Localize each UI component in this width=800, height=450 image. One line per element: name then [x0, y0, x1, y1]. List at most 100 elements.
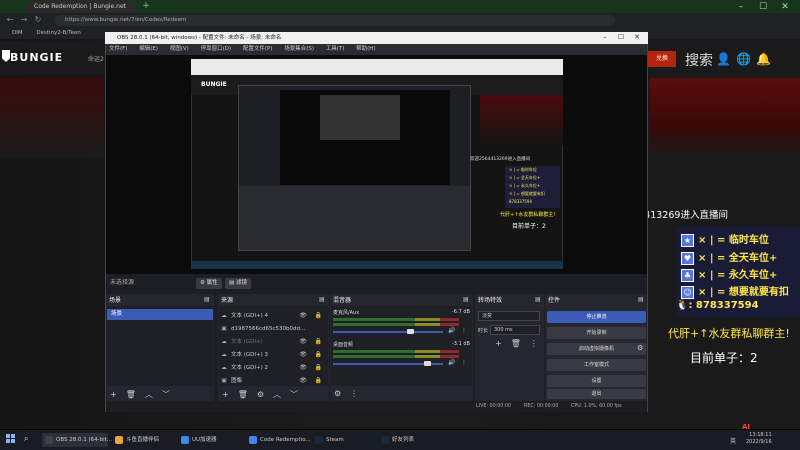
speaker-icon[interactable]: 🔊: [448, 359, 455, 366]
user-icon[interactable]: 👤: [716, 52, 731, 66]
lock-icon[interactable]: 🔒: [315, 336, 322, 348]
scene-item[interactable]: 场景: [107, 309, 213, 320]
source-row[interactable]: ☁ 文本 (GDI+) 4 👁 🔒: [220, 310, 327, 322]
studio-mode-button[interactable]: 工作室模式: [547, 359, 646, 371]
chevron-down-icon[interactable]: ﹀: [162, 390, 170, 399]
eye-off-icon[interactable]: 👁: [299, 336, 307, 348]
close-icon[interactable]: ✕: [774, 2, 796, 12]
eye-icon[interactable]: 👁: [299, 362, 307, 374]
menu-edit[interactable]: 编辑(E): [139, 46, 158, 52]
lock-icon[interactable]: 🔒: [315, 349, 322, 361]
source-row[interactable]: ▣ 图像 👁 🔒: [220, 375, 327, 387]
back-arrow-icon[interactable]: ←: [4, 14, 16, 26]
minimize-icon[interactable]: –: [597, 33, 613, 41]
menu-profile[interactable]: 配置文件(P): [243, 46, 273, 52]
lock-icon[interactable]: 🔒: [315, 310, 322, 322]
stop-streaming-button[interactable]: 停止推流: [547, 311, 646, 323]
taskbar-app-obs[interactable]: OBS 28.0.1 (64-bit...: [42, 433, 112, 447]
menu-scene-collection[interactable]: 场景集合(S): [284, 46, 314, 52]
eye-icon[interactable]: 👁: [299, 310, 307, 322]
transition-type-select[interactable]: 淡变: [478, 311, 540, 321]
source-row[interactable]: ☁ 文本 (GDI+) 2 👁 🔒: [220, 362, 327, 374]
windows-start-icon[interactable]: [6, 434, 16, 444]
tray-ai-icon[interactable]: AI: [742, 423, 750, 431]
chevron-up-icon[interactable]: ︿: [145, 390, 153, 399]
more-icon[interactable]: ⋮: [530, 339, 538, 348]
volume-slider-thumb[interactable]: [423, 361, 431, 366]
filters-button[interactable]: ▤ 滤镜: [225, 278, 251, 289]
source-row[interactable]: ▣ d1987566cd65c530b0dd...: [220, 323, 327, 335]
source-row[interactable]: ☁ 文本 (GDI+) 👁 🔒: [220, 336, 327, 348]
badge-row: ♥ × | = 全天车位+: [681, 249, 777, 265]
maximize-icon[interactable]: ☐: [752, 2, 774, 12]
eye-icon[interactable]: 👁: [299, 375, 307, 387]
trash-icon[interactable]: 🗑: [126, 390, 136, 399]
dock-menu-icon[interactable]: ▤: [535, 296, 541, 303]
maximize-icon[interactable]: ☐: [613, 33, 629, 41]
new-tab-button[interactable]: +: [140, 1, 152, 12]
taskbar-app-friends[interactable]: 好友列表: [378, 433, 442, 447]
bell-icon[interactable]: 🔔: [756, 52, 771, 66]
dock-menu-icon[interactable]: ▤: [463, 296, 469, 303]
bungie-nav-destiny[interactable]: 命运2: [88, 54, 104, 63]
cloud-icon: ☁: [221, 352, 227, 358]
taskbar-app-chrome[interactable]: Code Redemptio...: [246, 433, 311, 447]
forward-arrow-icon[interactable]: →: [18, 14, 30, 26]
redeem-button[interactable]: 兑换: [648, 51, 676, 67]
browser-tab-active[interactable]: Code Redemption | Bungie.net: [26, 1, 136, 13]
volume-slider[interactable]: [333, 331, 443, 333]
add-icon[interactable]: +: [110, 390, 117, 399]
obs-menubar: 文件(F) 编辑(E) 视图(V) 停靠窗口(D) 配置文件(P) 场景集合(S…: [106, 44, 647, 55]
trash-icon[interactable]: 🗑: [511, 339, 521, 348]
chevron-down-icon[interactable]: ﹀: [290, 390, 298, 399]
more-icon[interactable]: ⋮: [461, 327, 467, 334]
volume-slider-thumb[interactable]: [407, 329, 414, 334]
close-icon[interactable]: ✕: [629, 33, 645, 41]
gear-icon[interactable]: ⚙: [257, 390, 264, 399]
menu-tools[interactable]: 工具(T): [326, 46, 345, 52]
start-recording-button[interactable]: 开始录制: [547, 327, 646, 339]
taskbar-app-steam[interactable]: Steam: [312, 433, 376, 447]
properties-button[interactable]: ⚙ 属性: [196, 278, 222, 289]
dock-menu-icon[interactable]: ▤: [204, 296, 210, 303]
duration-input[interactable]: 300 ms: [490, 325, 540, 335]
search-icon[interactable]: ⌕: [24, 434, 28, 444]
dock-menu-icon[interactable]: ▤: [638, 296, 644, 303]
bookmark-destiny[interactable]: Destiny2-B/Teen: [36, 30, 81, 36]
chevron-up-icon[interactable]: ︿: [273, 390, 281, 399]
trash-icon[interactable]: 🗑: [238, 390, 248, 399]
minimize-icon[interactable]: –: [730, 2, 752, 12]
mixer-dock-footer: ⚙ ⋮: [334, 389, 367, 401]
gear-icon[interactable]: ⚙: [334, 389, 341, 398]
bungie-logo[interactable]: BUNGIE: [10, 51, 63, 64]
speaker-icon[interactable]: 🔊: [448, 327, 455, 334]
address-bar-input[interactable]: https://www.bungie.net/7/en/Codes/Redeem: [55, 15, 615, 26]
start-virtual-camera-button[interactable]: 启动虚拟摄像机: [547, 343, 646, 355]
gear-icon[interactable]: ⚙: [637, 344, 643, 352]
more-icon[interactable]: ⋮: [350, 389, 358, 398]
image-icon: ▣: [221, 326, 227, 332]
add-icon[interactable]: +: [495, 339, 502, 348]
bookmark-dim[interactable]: DIM: [12, 30, 23, 36]
taskbar-app-uu[interactable]: UU加速器: [178, 433, 244, 447]
dock-menu-icon[interactable]: ▤: [319, 296, 325, 303]
taskbar-app-douyu[interactable]: 斗鱼直播伴侣: [112, 433, 174, 447]
menu-docks[interactable]: 停靠窗口(D): [201, 46, 232, 52]
more-icon[interactable]: ⋮: [461, 359, 467, 366]
source-row[interactable]: ☁ 文本 (GDI+) 3 👁 🔒: [220, 349, 327, 361]
tray-language[interactable]: 英: [730, 436, 736, 445]
menu-file[interactable]: 文件(F): [109, 46, 127, 52]
tray-clock[interactable]: 13:18:11 2022/9/16: [746, 432, 772, 446]
globe-icon[interactable]: 🌐: [736, 52, 751, 66]
search-label[interactable]: 搜索: [685, 50, 713, 70]
menu-help[interactable]: 帮助(H): [356, 46, 375, 52]
lock-icon[interactable]: 🔒: [315, 375, 322, 387]
lock-icon[interactable]: 🔒: [315, 362, 322, 374]
eye-icon[interactable]: 👁: [299, 349, 307, 361]
add-icon[interactable]: +: [222, 390, 229, 399]
settings-button[interactable]: 设置: [547, 375, 646, 387]
exit-button[interactable]: 退出: [547, 389, 646, 399]
reload-icon[interactable]: ↻: [32, 14, 44, 26]
menu-view[interactable]: 视图(V): [170, 46, 189, 52]
cloud-icon: ☁: [221, 339, 227, 345]
